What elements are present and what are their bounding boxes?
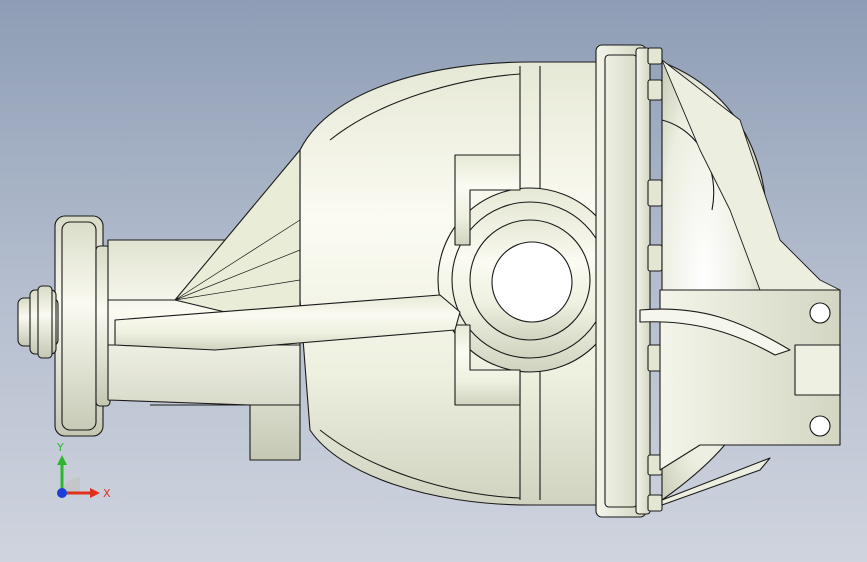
pinion-nut: [17, 285, 59, 359]
cover-flange: [595, 44, 651, 518]
y-axis-label: Y: [56, 441, 64, 454]
z-axis-dot: [57, 488, 67, 498]
cad-viewport[interactable]: Y X: [0, 0, 867, 562]
pinion-flange: [54, 215, 111, 437]
differential-housing-model[interactable]: [0, 0, 867, 562]
axis-triad[interactable]: Y X: [40, 435, 120, 515]
x-axis-arrowhead: [90, 488, 100, 498]
x-axis-label: X: [103, 487, 111, 500]
y-axis-arrowhead: [57, 455, 67, 465]
